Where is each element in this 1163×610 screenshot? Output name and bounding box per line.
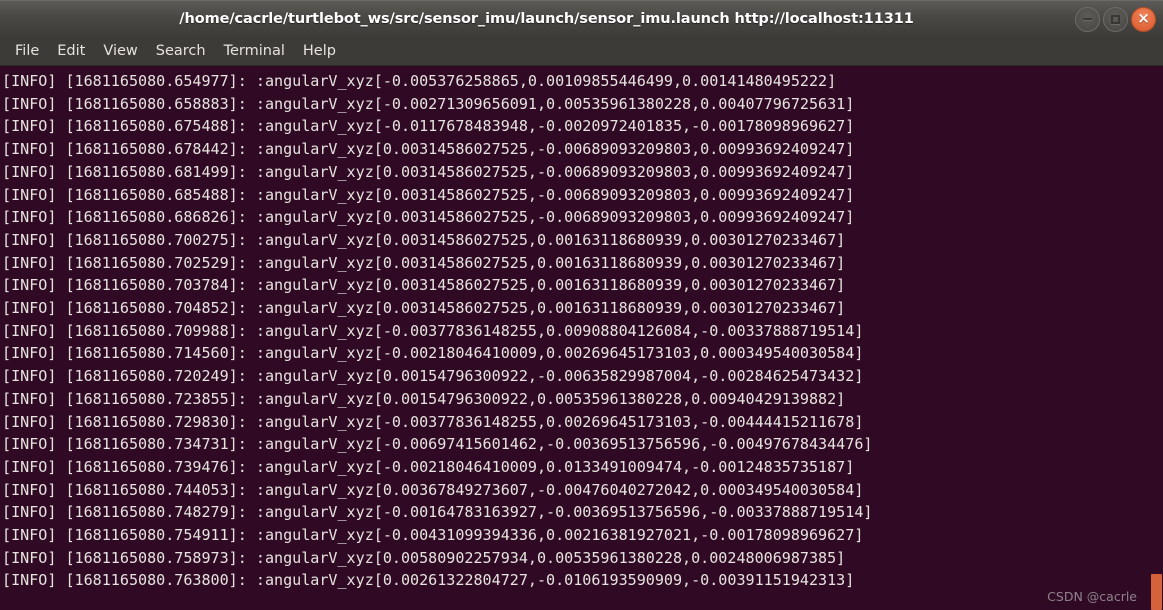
menu-item-edit[interactable]: Edit [48,41,94,61]
terminal-line: [INFO] [1681165080.678442]: :angularV_xy… [2,140,855,159]
terminal-line: [INFO] [1681165080.754911]: :angularV_xy… [2,526,864,545]
terminal-line: [INFO] [1681165080.748279]: :angularV_xy… [2,503,873,522]
minimize-button[interactable] [1075,6,1100,32]
terminal-line: [INFO] [1681165080.681499]: :angularV_xy… [2,162,855,181]
terminal-line: [INFO] [1681165080.720249]: :angularV_xy… [2,367,864,386]
terminal-line: [INFO] [1681165080.685488]: :angularV_xy… [2,185,855,204]
terminal-line: [INFO] [1681165080.729830]: :angularV_xy… [2,412,864,431]
terminal-line: [INFO] [1681165080.744053]: :angularV_xy… [2,480,864,499]
terminal-line: [INFO] [1681165080.709988]: :angularV_xy… [2,321,864,340]
terminal-line: [INFO] [1681165080.739476]: :angularV_xy… [2,457,855,476]
terminal-line: [INFO] [1681165080.704852]: :angularV_xy… [2,299,846,318]
terminal-line-list: [INFO] [1681165080.654977]: :angularV_xy… [2,70,1163,592]
terminal-line: [INFO] [1681165080.758973]: :angularV_xy… [2,548,846,567]
terminal-window: /home/cacrle/turtlebot_ws/src/sensor_imu… [0,0,1163,610]
menu-item-search[interactable]: Search [147,41,215,61]
menu-item-terminal[interactable]: Terminal [215,41,294,61]
terminal-line: [INFO] [1681165080.703784]: :angularV_xy… [2,276,846,295]
terminal-line: [INFO] [1681165080.714560]: :angularV_xy… [2,344,864,363]
terminal-line: [INFO] [1681165080.702529]: :angularV_xy… [2,253,846,272]
close-icon: × [1137,8,1150,27]
terminal-line: [INFO] [1681165080.734731]: :angularV_xy… [2,435,873,454]
menu-bar: File Edit View Search Terminal Help [0,36,1163,66]
maximize-button[interactable] [1103,6,1128,32]
menu-item-file[interactable]: File [6,41,48,61]
window-title: /home/cacrle/turtlebot_ws/src/sensor_imu… [179,10,914,27]
terminal-line: [INFO] [1681165080.763800]: :angularV_xy… [2,571,855,590]
maximize-icon [1111,14,1120,24]
terminal-line: [INFO] [1681165080.654977]: :angularV_xy… [2,72,837,90]
terminal-line: [INFO] [1681165080.658883]: :angularV_xy… [2,94,855,113]
csdn-watermark: CSDN @cacrle [1047,589,1137,604]
terminal-scrollbar[interactable] [1150,66,1163,610]
minimize-icon [1083,18,1092,20]
terminal-line: [INFO] [1681165080.686826]: :angularV_xy… [2,208,855,227]
terminal-line: [INFO] [1681165080.700275]: :angularV_xy… [2,230,846,249]
terminal-output[interactable]: [INFO] [1681165080.654977]: :angularV_xy… [0,66,1163,610]
window-controls: × [1075,1,1156,37]
terminal-scrollbar-thumb[interactable] [1151,574,1162,610]
menu-item-view[interactable]: View [94,41,146,61]
close-button[interactable]: × [1131,6,1156,32]
window-titlebar[interactable]: /home/cacrle/turtlebot_ws/src/sensor_imu… [0,0,1163,36]
menu-item-help[interactable]: Help [294,41,345,61]
terminal-line: [INFO] [1681165080.723855]: :angularV_xy… [2,389,846,408]
terminal-line: [INFO] [1681165080.675488]: :angularV_xy… [2,117,855,136]
